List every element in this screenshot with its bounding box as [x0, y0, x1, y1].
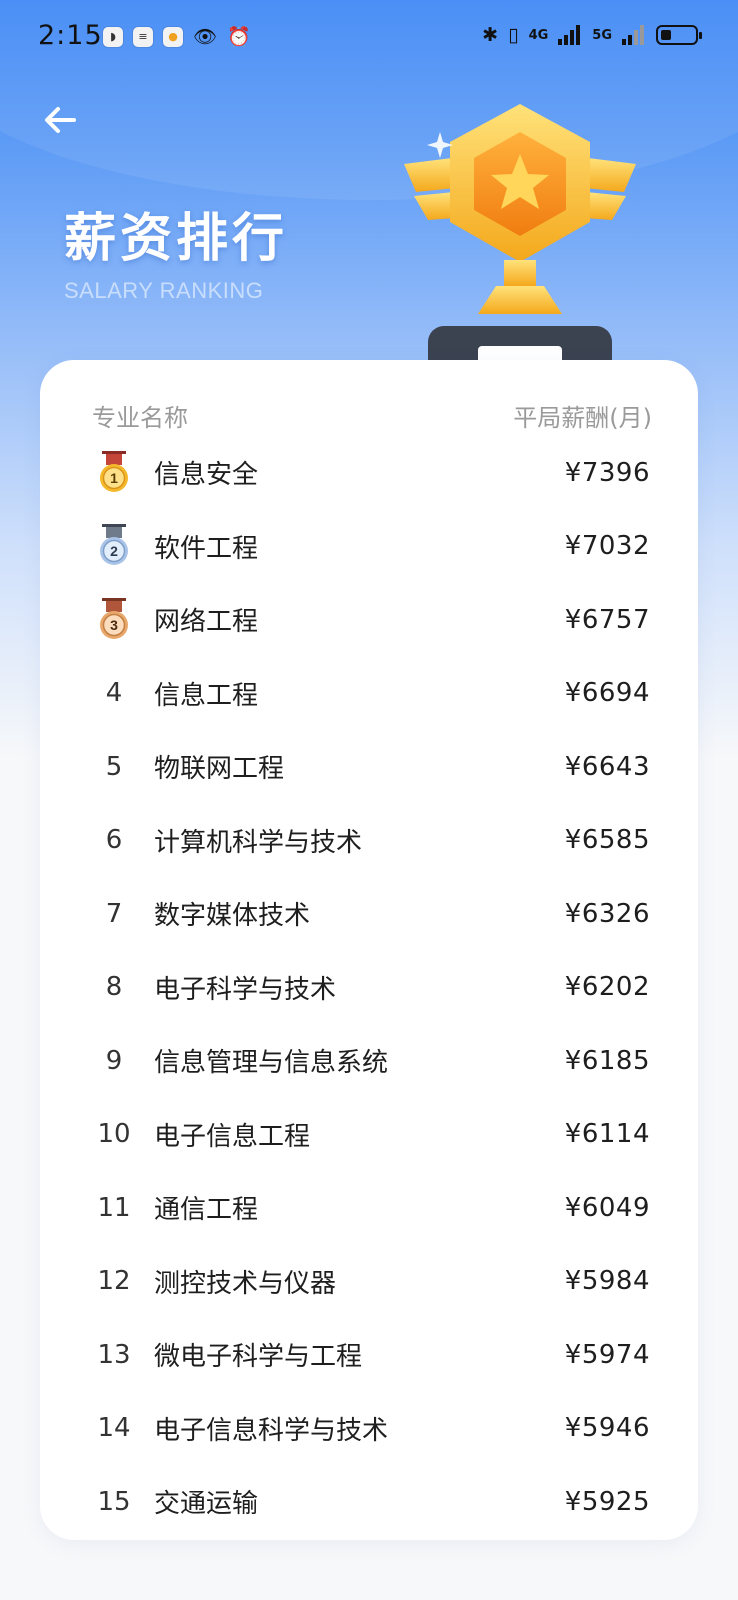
- major-name: 信息工程: [154, 680, 259, 711]
- list-item[interactable]: 2 软件工程 ¥7032: [40, 510, 698, 584]
- svg-text:2: 2: [110, 543, 118, 559]
- list-item[interactable]: 10 电子信息工程 ¥6114: [40, 1098, 698, 1172]
- rank-number: 11: [97, 1192, 131, 1223]
- rank-number: 7: [105, 898, 123, 929]
- list-item[interactable]: 5 物联网工程 ¥6643: [40, 730, 698, 804]
- salary-value: ¥6694: [564, 678, 650, 709]
- salary-value: ¥6049: [564, 1192, 650, 1223]
- signal-5g-icon: 5G: [592, 27, 612, 43]
- gold-medal-icon: 1: [100, 450, 128, 492]
- list-item[interactable]: 7 数字媒体技术 ¥6326: [40, 877, 698, 951]
- salary-value: ¥5984: [564, 1266, 650, 1297]
- rank-number: 10: [97, 1119, 131, 1150]
- bronze-medal-icon: 3: [100, 597, 128, 639]
- major-name: 测控技术与仪器: [154, 1268, 337, 1299]
- rank-number: 4: [105, 678, 123, 709]
- salary-value: ¥6326: [564, 898, 650, 929]
- list-item[interactable]: 3 网络工程 ¥6757: [40, 583, 698, 657]
- major-name: 交通运输: [154, 1489, 259, 1520]
- salary-value: ¥6185: [564, 1045, 650, 1076]
- rank-number: 14: [97, 1413, 131, 1444]
- rank-number: 6: [105, 825, 123, 856]
- major-name: 电子信息工程: [154, 1121, 311, 1152]
- notification-icons: ◗ ≡ ● 👁 ⏰: [103, 25, 251, 48]
- rank-badge: 1: [92, 436, 136, 510]
- back-arrow-icon: [45, 107, 76, 133]
- list-item[interactable]: 1 信息安全 ¥7396: [40, 436, 698, 510]
- salary-value: ¥6202: [564, 972, 650, 1003]
- signal-4g-icon: 4G: [528, 27, 549, 43]
- silver-medal-icon: 2: [100, 524, 128, 566]
- status-bar: 2:15 ◗ ≡ ● 👁 ⏰ ✱ ▯ 4G 5G: [0, 0, 738, 72]
- list-item[interactable]: 14 电子信息科学与技术 ¥5946: [40, 1392, 698, 1466]
- major-name: 通信工程: [154, 1195, 259, 1226]
- major-name: 信息管理与信息系统: [154, 1048, 389, 1079]
- app-notification-icon: ●: [163, 26, 183, 47]
- list-item[interactable]: 9 信息管理与信息系统 ¥6185: [40, 1024, 698, 1098]
- column-header-salary: 平局薪酬(月): [513, 404, 652, 432]
- ranking-list: 1 信息安全 ¥7396 2 软件工程 ¥7032 3 网络工程 ¥6757 4…: [40, 436, 698, 1539]
- alarm-icon: ⏰: [227, 26, 251, 48]
- salary-value: ¥5946: [564, 1413, 650, 1444]
- major-name: 电子信息科学与技术: [154, 1415, 389, 1446]
- eye-icon: 👁: [193, 26, 218, 48]
- column-header-major: 专业名称: [92, 404, 188, 432]
- rank-badge: 3: [92, 583, 136, 657]
- major-name: 电子科学与技术: [154, 974, 337, 1005]
- major-name: 数字媒体技术: [154, 901, 311, 932]
- vibrate-icon: ▯: [508, 24, 519, 46]
- list-item[interactable]: 12 测控技术与仪器 ¥5984: [40, 1245, 698, 1319]
- list-item[interactable]: 13 微电子科学与工程 ¥5974: [40, 1318, 698, 1392]
- battery-icon: [656, 25, 702, 45]
- rank-number: 12: [97, 1266, 131, 1297]
- salary-value: ¥6114: [564, 1119, 650, 1150]
- list-item[interactable]: 6 计算机科学与技术 ¥6585: [40, 804, 698, 878]
- signal-bars-icon: [622, 25, 644, 45]
- rank-number: 13: [97, 1339, 131, 1370]
- major-name: 软件工程: [154, 533, 259, 564]
- app-notification-icon: ◗: [103, 26, 123, 47]
- salary-value: ¥5925: [564, 1486, 650, 1517]
- major-name: 网络工程: [154, 607, 259, 638]
- back-button[interactable]: [36, 96, 84, 144]
- rank-badge: 2: [92, 510, 136, 584]
- major-name: 微电子科学与工程: [154, 1342, 363, 1373]
- list-item[interactable]: 11 通信工程 ¥6049: [40, 1171, 698, 1245]
- salary-value: ¥7396: [564, 457, 650, 488]
- rank-number: 9: [105, 1045, 123, 1076]
- salary-value: ¥7032: [564, 531, 650, 562]
- table-header: 专业名称 平局薪酬(月): [40, 398, 698, 438]
- rank-number: 15: [97, 1486, 131, 1517]
- salary-value: ¥6585: [564, 825, 650, 856]
- page-subtitle: SALARY RANKING: [64, 278, 264, 303]
- status-right: ✱ ▯ 4G 5G: [482, 24, 702, 46]
- ranking-card: 专业名称 平局薪酬(月) 1 信息安全 ¥7396 2 软件工程 ¥7032 3…: [40, 360, 698, 1540]
- list-item[interactable]: 15 交通运输 ¥5925: [40, 1465, 698, 1539]
- rank-number: 5: [105, 751, 123, 782]
- rank-number: 8: [105, 972, 123, 1003]
- bluetooth-icon: ✱: [482, 24, 499, 46]
- signal-bars-icon: [558, 25, 581, 45]
- svg-text:1: 1: [110, 470, 118, 486]
- major-name: 计算机科学与技术: [154, 827, 363, 858]
- page-title: 薪资排行: [64, 209, 289, 269]
- trophy-illustration: [404, 104, 636, 372]
- status-time: 2:15: [38, 20, 103, 51]
- list-item[interactable]: 4 信息工程 ¥6694: [40, 657, 698, 731]
- major-name: 物联网工程: [154, 754, 285, 785]
- major-name: 信息安全: [154, 460, 259, 491]
- list-item[interactable]: 8 电子科学与技术 ¥6202: [40, 951, 698, 1025]
- app-notification-icon: ≡: [133, 26, 153, 47]
- svg-text:3: 3: [110, 617, 118, 633]
- salary-value: ¥5974: [564, 1339, 650, 1370]
- salary-value: ¥6643: [564, 751, 650, 782]
- salary-value: ¥6757: [564, 604, 650, 635]
